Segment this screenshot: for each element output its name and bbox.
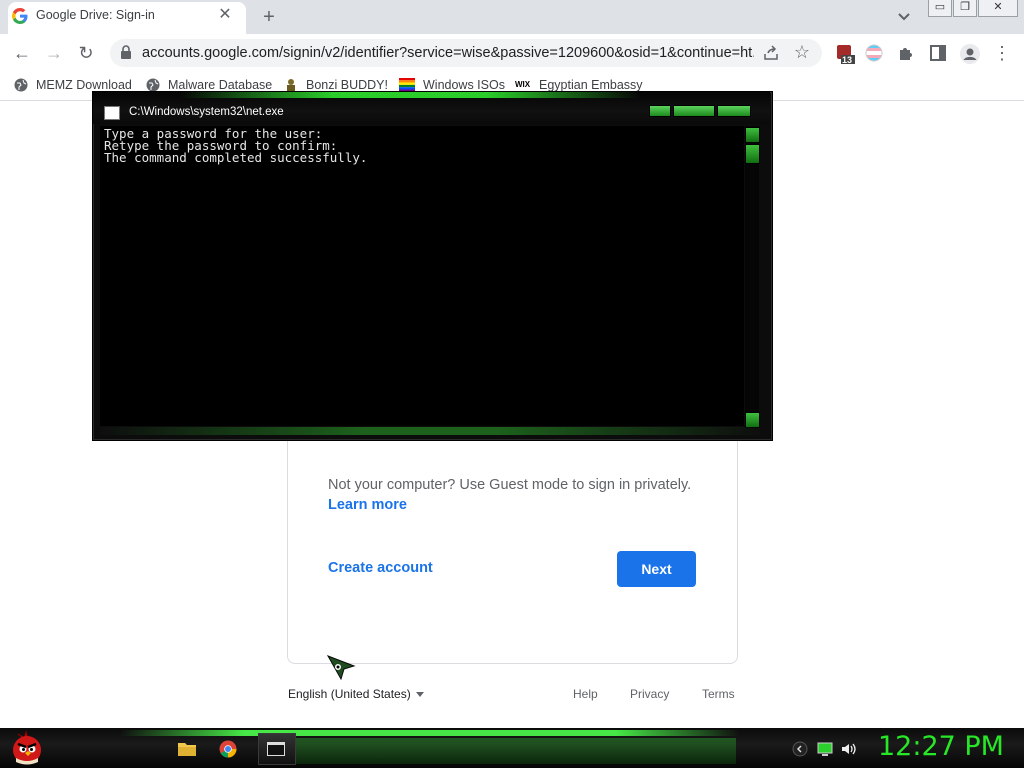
extension-badge-count: 13	[842, 55, 853, 65]
signin-card	[287, 404, 738, 664]
console-bottom-glow	[100, 427, 760, 435]
volume-icon[interactable]	[841, 741, 857, 757]
bookmark-label: Malware Database	[168, 78, 273, 92]
lock-icon[interactable]	[120, 45, 132, 59]
chrome-icon[interactable]	[213, 736, 243, 762]
wix-icon: WIX	[515, 80, 531, 89]
taskbar-clock[interactable]: 12:27 PM	[878, 731, 1004, 762]
reload-button[interactable]: ↻	[74, 42, 98, 64]
privacy-link[interactable]: Privacy	[630, 687, 669, 701]
new-tab-button[interactable]: +	[258, 6, 280, 28]
taskbar-band	[296, 738, 736, 764]
console-titlebar-glow	[180, 92, 640, 98]
console-minimize-button[interactable]	[649, 105, 671, 117]
bookmark-label: Bonzi BUDDY!	[306, 78, 388, 92]
forward-button[interactable]: →	[42, 42, 66, 64]
console-taskbar-icon	[261, 736, 291, 762]
back-button[interactable]: ←	[10, 42, 34, 64]
url-text[interactable]: accounts.google.com/signin/v2/identifier…	[142, 45, 754, 61]
next-button[interactable]: Next	[617, 551, 696, 587]
chrome-menu-icon[interactable]: ⋮	[990, 42, 1014, 64]
google-g-icon	[12, 8, 28, 24]
rainbow-flag-icon	[399, 78, 415, 92]
tab-title: Google Drive: Sign-in	[36, 8, 155, 22]
globe-icon	[146, 78, 160, 92]
puzzle-extensions-icon[interactable]	[897, 44, 915, 62]
close-window-button[interactable]: ✕	[978, 0, 1018, 17]
mouse-cursor-icon	[326, 654, 356, 684]
show-hidden-icons-icon[interactable]	[792, 741, 808, 757]
scroll-down-button[interactable]	[745, 412, 760, 428]
bonzi-icon	[284, 78, 298, 92]
console-output[interactable]	[100, 126, 744, 426]
minimize-button[interactable]: ▭	[928, 0, 952, 17]
restore-button[interactable]: ❐	[953, 0, 977, 17]
profile-avatar-icon[interactable]	[960, 44, 980, 64]
guest-mode-text: Not your computer? Use Guest mode to sig…	[328, 477, 692, 493]
learn-more-link[interactable]: Learn more	[328, 497, 407, 513]
network-monitor-icon[interactable]	[817, 741, 833, 757]
chevron-down-icon[interactable]	[894, 8, 914, 26]
scroll-thumb[interactable]	[745, 144, 760, 164]
share-icon[interactable]	[762, 44, 780, 62]
file-explorer-icon[interactable]	[172, 736, 202, 762]
caret-down-icon[interactable]	[416, 692, 424, 697]
help-link[interactable]: Help	[573, 687, 598, 701]
terms-link[interactable]: Terms	[702, 687, 735, 701]
language-selector[interactable]: English (United States)	[288, 687, 411, 701]
create-account-link[interactable]: Create account	[328, 560, 433, 576]
console-close-button[interactable]	[717, 105, 751, 117]
bookmark-label: Windows ISOs	[423, 78, 505, 92]
globe-icon	[14, 78, 28, 92]
side-panel-icon[interactable]	[929, 44, 947, 62]
trans-flag-extension-icon[interactable]	[865, 44, 883, 62]
console-title: C:\Windows\system32\net.exe	[129, 106, 284, 118]
tab-close-icon[interactable]: ✕	[216, 6, 234, 24]
start-button-angry-bird-icon[interactable]	[6, 728, 48, 768]
console-app-icon	[104, 106, 120, 120]
scroll-up-button[interactable]	[745, 127, 760, 143]
console-line: The command completed successfully.	[104, 150, 368, 165]
console-scrollbar[interactable]	[745, 126, 759, 426]
bookmark-star-icon[interactable]: ☆	[792, 42, 812, 63]
console-maximize-button[interactable]	[673, 105, 715, 117]
bookmark-label: MEMZ Download	[36, 78, 132, 92]
bookmark-label: Egyptian Embassy	[539, 78, 643, 92]
